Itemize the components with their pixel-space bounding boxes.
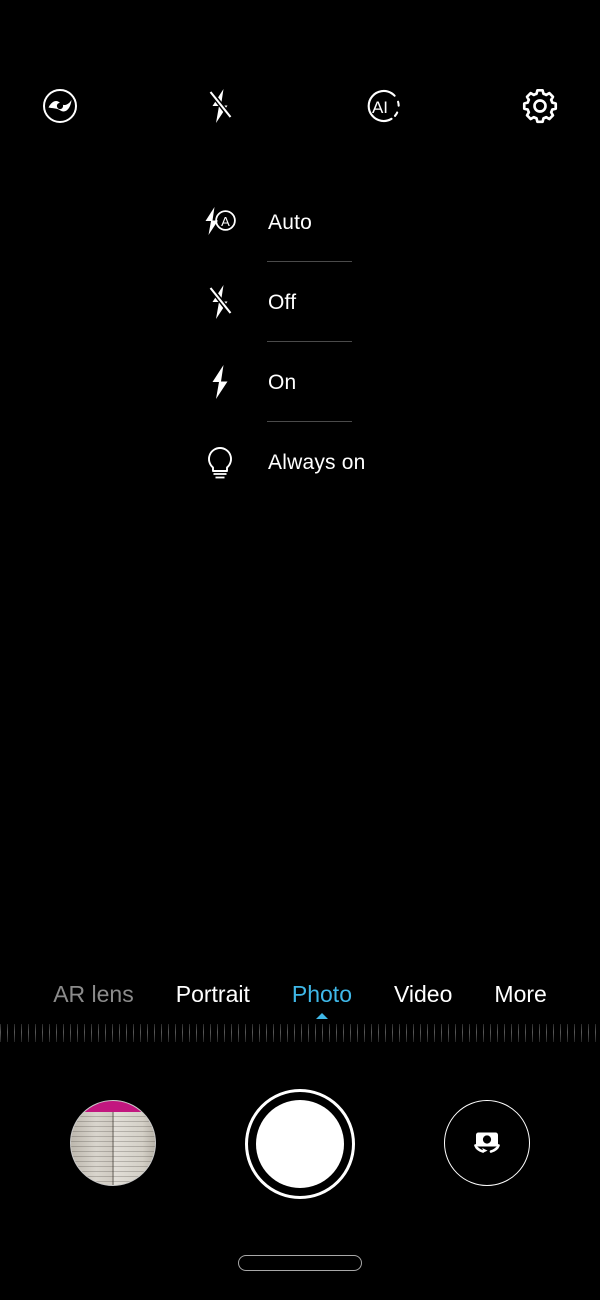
mode-label: Portrait (175, 981, 250, 1007)
moving-picture-button[interactable] (30, 76, 90, 136)
settings-button[interactable] (510, 76, 570, 136)
flash-off-icon (200, 84, 240, 128)
flash-button[interactable] (190, 76, 250, 136)
mode-tab-ar-lens[interactable]: AR lens (32, 978, 155, 1010)
mode-tab-more[interactable]: More (473, 978, 567, 1010)
flash-menu-label: On (268, 370, 297, 394)
flash-menu-item-off[interactable]: Off (190, 262, 510, 342)
mode-label: More (494, 981, 547, 1007)
gallery-thumbnail-button[interactable] (70, 1100, 156, 1186)
mode-tab-photo[interactable]: Photo (271, 978, 373, 1019)
mode-label: Video (393, 981, 453, 1007)
flash-menu-label: Auto (268, 210, 312, 234)
mode-label: AR lens (53, 981, 134, 1007)
svg-text:A: A (221, 214, 230, 229)
lightbulb-icon (190, 432, 250, 492)
flash-menu-label: Always on (268, 450, 366, 474)
ai-icon: AI (358, 84, 402, 128)
flash-on-icon (190, 352, 250, 412)
gear-icon (520, 86, 560, 126)
camera-mode-selector: AR lens Portrait Photo Video More (0, 978, 600, 1022)
mode-tab-video[interactable]: Video (373, 978, 473, 1010)
flash-mode-menu: A Auto Off On Always on (190, 182, 510, 502)
svg-text:AI: AI (372, 98, 388, 117)
flash-off-icon (190, 272, 250, 332)
gallery-thumbnail-image (71, 1101, 155, 1185)
mode-label: Photo (291, 981, 352, 1007)
mode-active-indicator (315, 1013, 328, 1019)
zoom-ruler[interactable] (0, 1024, 600, 1042)
top-toolbar: AI (0, 76, 600, 136)
flash-menu-label: Off (268, 290, 297, 314)
flash-auto-icon: A (190, 192, 250, 252)
home-indicator[interactable] (238, 1255, 362, 1271)
mode-tab-portrait[interactable]: Portrait (155, 978, 271, 1010)
switch-camera-button[interactable] (444, 1100, 530, 1186)
moving-picture-icon (40, 86, 80, 126)
flash-menu-item-on[interactable]: On (190, 342, 510, 422)
shutter-button[interactable] (245, 1089, 355, 1199)
shutter-button-inner (256, 1100, 344, 1188)
camera-switch-icon (464, 1118, 510, 1169)
ai-button[interactable]: AI (350, 76, 410, 136)
flash-menu-item-always-on[interactable]: Always on (190, 422, 510, 502)
flash-menu-item-auto[interactable]: A Auto (190, 182, 510, 262)
